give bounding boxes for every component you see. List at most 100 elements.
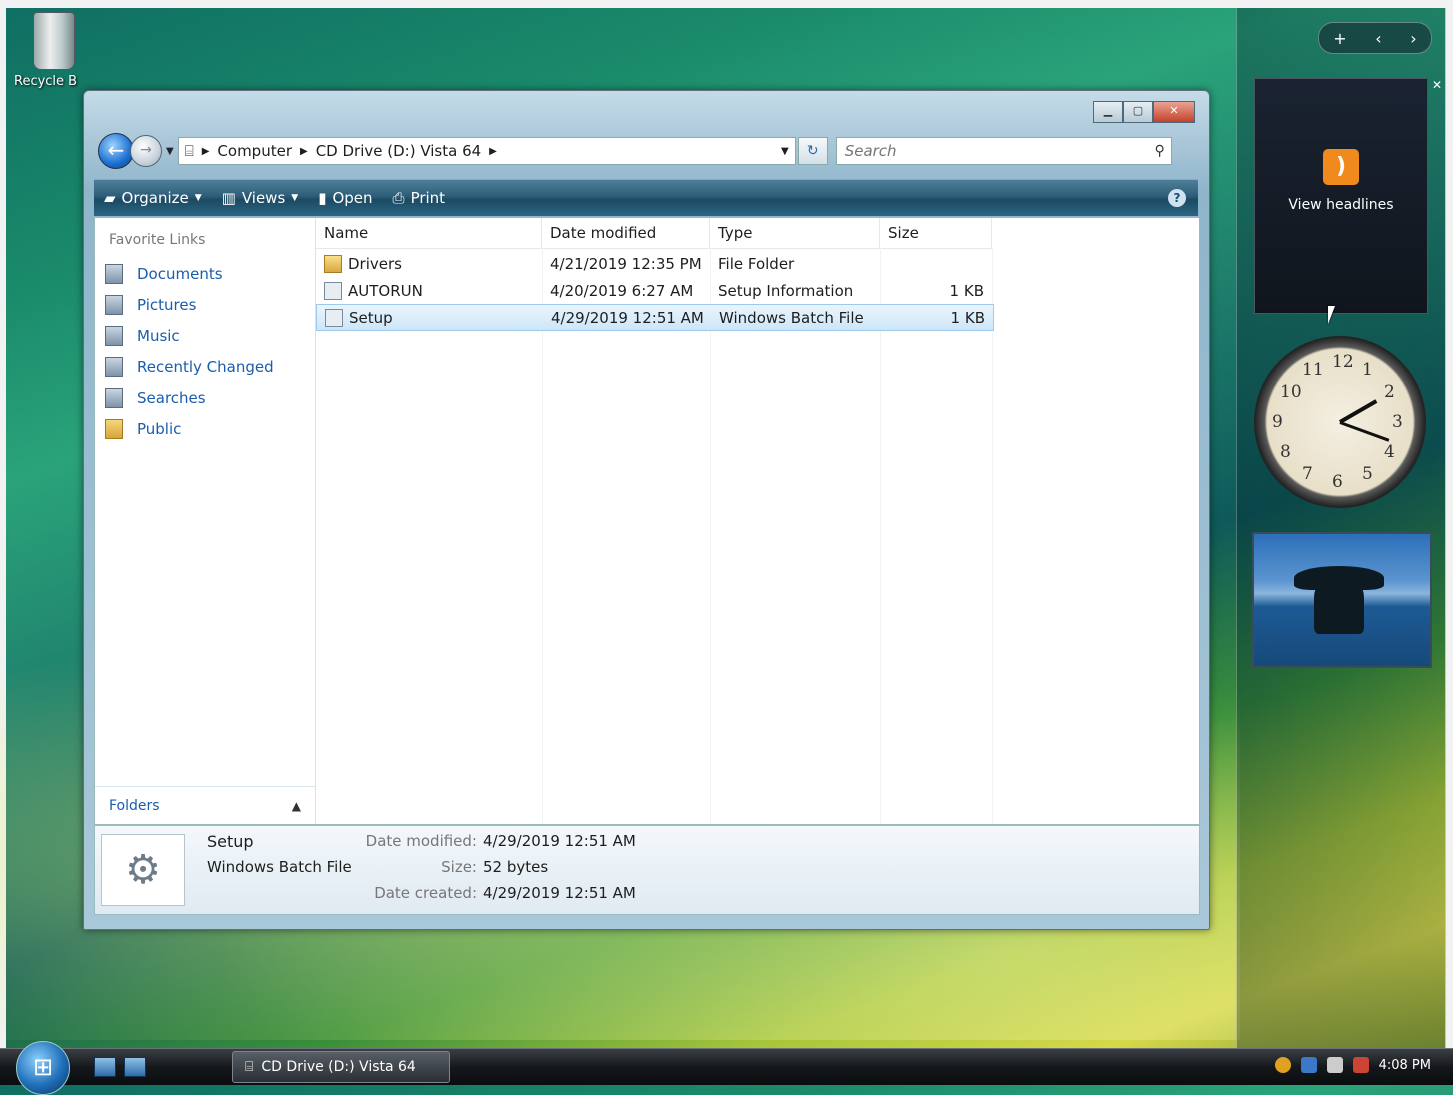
recycle-bin-label: Recycle B <box>14 74 78 89</box>
command-toolbar: ▰ Organize ▼ ▥ Views ▼ ▮ Open ⎙ Print ? <box>94 179 1198 216</box>
file-size: 1 KB <box>949 281 984 300</box>
clock-numeral: 8 <box>1280 442 1291 462</box>
views-icon: ▥ <box>221 189 236 207</box>
column-header-size[interactable]: Size <box>880 218 992 248</box>
fav-link-label: Music <box>137 326 180 345</box>
file-type: Setup Information <box>718 281 854 300</box>
breadcrumb-cd-drive[interactable]: CD Drive (D:) Vista 64 <box>316 142 481 160</box>
column-divider <box>880 248 881 824</box>
clock-numeral: 11 <box>1302 360 1324 381</box>
navigation-pane: Favorite Links Documents Pictures Music … <box>95 218 316 824</box>
clock-hour-hand <box>1339 399 1378 424</box>
recycle-bin[interactable]: Recycle B <box>14 12 94 89</box>
add-gadget-icon[interactable]: + <box>1333 29 1346 48</box>
address-bar[interactable]: ⌸ ▶ Computer ▶ CD Drive (D:) Vista 64 ▶ … <box>177 137 796 165</box>
rss-label: View headlines <box>1288 197 1394 213</box>
details-property: Date modified: 4/29/2019 12:51 AM <box>325 832 636 858</box>
fav-link-label: Searches <box>137 388 206 407</box>
mouse-cursor-icon <box>1328 306 1335 324</box>
help-icon[interactable]: ? <box>1168 189 1186 207</box>
chevron-down-icon: ▼ <box>194 193 202 203</box>
file-date: 4/29/2019 12:51 AM <box>551 308 704 327</box>
cd-drive-icon: ⌸ <box>245 1059 254 1075</box>
breadcrumb-computer[interactable]: Computer <box>217 142 292 160</box>
breadcrumb-separator-icon[interactable]: ▶ <box>489 146 497 157</box>
clock-numeral: 12 <box>1332 352 1354 372</box>
breadcrumb-separator-icon[interactable]: ▶ <box>300 146 308 157</box>
close-button[interactable]: ✕ <box>1153 101 1195 123</box>
print-label: Print <box>410 189 446 207</box>
switch-windows-icon[interactable] <box>124 1057 146 1077</box>
file-date: 4/21/2019 12:35 PM <box>550 254 702 273</box>
start-button[interactable]: ⊞ <box>16 1041 70 1095</box>
column-header-date-modified[interactable]: Date modified <box>542 218 710 248</box>
documents-icon <box>105 263 123 284</box>
clock-numeral: 6 <box>1332 472 1343 492</box>
gadget-close-icon[interactable]: ✕ <box>1432 78 1442 92</box>
slideshow-gadget[interactable] <box>1252 532 1432 668</box>
file-row-setup[interactable]: Setup 4/29/2019 12:51 AM Windows Batch F… <box>316 304 994 331</box>
search-input[interactable] <box>842 141 1127 161</box>
setup-information-icon <box>324 281 342 300</box>
fav-link-label: Public <box>137 419 182 438</box>
fav-link-recently-changed[interactable]: Recently Changed <box>105 351 274 382</box>
property-label: Date modified: <box>365 832 477 850</box>
clock-numeral: 3 <box>1392 412 1403 432</box>
forward-button[interactable]: → <box>130 135 162 167</box>
screen-frame-right <box>1445 0 1453 1084</box>
speaker-muted-icon[interactable] <box>1352 1057 1369 1073</box>
refresh-button[interactable]: ↻ <box>797 137 828 165</box>
next-icon[interactable]: › <box>1410 29 1416 48</box>
system-tray: 4:08 PM <box>1274 1057 1431 1073</box>
maximize-button[interactable]: ▢ <box>1123 101 1153 123</box>
fav-link-pictures[interactable]: Pictures <box>105 289 274 320</box>
fav-link-music[interactable]: Music <box>105 320 274 351</box>
public-folder-icon <box>105 418 123 439</box>
details-property: Size: 52 bytes <box>325 858 636 884</box>
back-button[interactable]: ← <box>98 133 134 169</box>
clock-gadget[interactable]: 12 1 2 3 4 5 6 7 8 9 10 11 <box>1254 336 1426 508</box>
column-header-name[interactable]: Name <box>316 218 542 248</box>
fav-link-searches[interactable]: Searches <box>105 382 274 413</box>
clock-time[interactable]: 4:08 PM <box>1379 1058 1431 1073</box>
file-row-autorun[interactable]: AUTORUN 4/20/2019 6:27 AM Setup Informat… <box>316 277 994 304</box>
taskbar-button-explorer[interactable]: ⌸ CD Drive (D:) Vista 64 <box>232 1051 450 1083</box>
search-icon[interactable]: ⚲ <box>1154 143 1164 159</box>
recent-pages-dropdown-icon[interactable]: ▼ <box>166 146 174 157</box>
sidebar-controls[interactable]: + ‹ › <box>1318 22 1432 54</box>
organize-button[interactable]: ▰ Organize ▼ <box>94 180 212 216</box>
show-desktop-icon[interactable] <box>94 1057 116 1077</box>
column-header-type[interactable]: Type <box>710 218 880 248</box>
network-icon[interactable] <box>1300 1057 1317 1073</box>
printer-icon: ⎙ <box>392 189 405 207</box>
folders-label: Folders <box>109 797 160 814</box>
folders-toggle[interactable]: Folders ▲ <box>95 786 315 824</box>
navigation-bar: ← → ▼ ⌸ ▶ Computer ▶ CD Drive (D:) Vista… <box>98 133 1198 169</box>
clock-numeral: 1 <box>1362 360 1373 381</box>
favorite-links-list: Documents Pictures Music Recently Change… <box>105 258 274 444</box>
address-dropdown-icon[interactable]: ▼ <box>781 146 789 157</box>
details-property: Date created: 4/29/2019 12:51 AM <box>325 884 636 910</box>
volume-icon[interactable] <box>1326 1057 1343 1073</box>
minimize-button[interactable]: ▁ <box>1093 101 1123 123</box>
security-alert-icon[interactable] <box>1274 1057 1291 1073</box>
prev-icon[interactable]: ‹ <box>1375 29 1381 48</box>
fav-link-documents[interactable]: Documents <box>105 258 274 289</box>
whale-tail-image <box>1294 566 1384 634</box>
file-type: File Folder <box>718 254 795 273</box>
open-button[interactable]: ▮ Open <box>308 180 382 216</box>
fav-link-label: Documents <box>137 264 223 283</box>
window-controls: ▁ ▢ ✕ <box>1093 101 1195 123</box>
search-box[interactable]: ⚲ <box>835 137 1172 165</box>
column-divider <box>542 248 543 824</box>
print-button[interactable]: ⎙ Print <box>383 180 456 216</box>
rss-gadget[interactable]: ) View headlines <box>1254 78 1428 314</box>
breadcrumb-separator-icon[interactable]: ▶ <box>202 146 210 157</box>
fav-link-public[interactable]: Public <box>105 413 274 444</box>
views-button[interactable]: ▥ Views ▼ <box>212 180 309 216</box>
chevron-up-icon: ▲ <box>291 798 301 813</box>
file-rows: Drivers 4/21/2019 12:35 PM File Folder A… <box>316 250 994 331</box>
content-area: Favorite Links Documents Pictures Music … <box>94 217 1200 825</box>
file-row-drivers[interactable]: Drivers 4/21/2019 12:35 PM File Folder <box>316 250 994 277</box>
column-divider <box>710 248 711 824</box>
